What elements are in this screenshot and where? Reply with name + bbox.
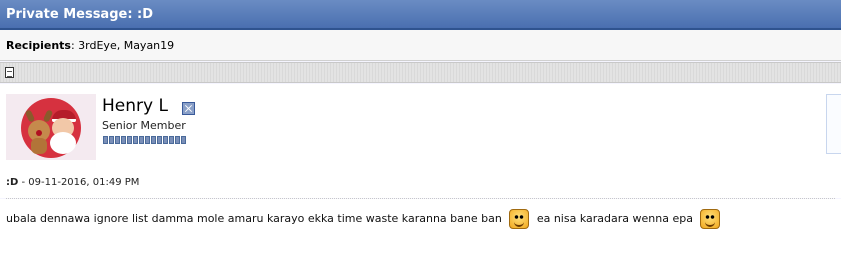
reputation-pip: [157, 136, 162, 144]
avatar[interactable]: [6, 94, 96, 160]
document-icon: [5, 67, 14, 78]
reputation-pip: [121, 136, 126, 144]
post-meta: :D - 09-11-2016, 01:49 PM: [0, 170, 841, 198]
offline-status-icon: [182, 102, 195, 115]
page-title-bar: Private Message: :D: [0, 0, 841, 30]
reputation-pip: [181, 136, 186, 144]
smile-emoticon-icon: [509, 209, 530, 229]
reputation-pip: [103, 136, 108, 144]
message-body: ubala dennawa ignore list damma mole ama…: [0, 199, 841, 256]
reputation-pip: [169, 136, 174, 144]
reputation-bar: [103, 136, 187, 144]
recipients-label: Recipients: [6, 39, 71, 52]
message-text: ubala dennawa ignore list damma mole ama…: [6, 212, 502, 225]
smile-emoticon-icon: [700, 209, 721, 229]
post-subject: :D: [6, 177, 19, 188]
reputation-pip: [175, 136, 180, 144]
date-separator: -: [18, 177, 29, 188]
post-date: 09-11-2016, 01:49 PM: [28, 177, 140, 188]
message-text: ea nisa karadara wenna epa: [536, 212, 693, 225]
author-username-link[interactable]: Henry L: [102, 96, 168, 116]
reputation-pip: [115, 136, 120, 144]
reputation-pip: [109, 136, 114, 144]
reputation-pip: [151, 136, 156, 144]
reputation-pip: [145, 136, 150, 144]
author-panel: Henry L Senior Member: [0, 84, 841, 170]
post-header-bar: [0, 62, 841, 83]
recipients-value: : 3rdEye, Mayan19: [70, 39, 175, 52]
reputation-pip: [133, 136, 138, 144]
author-info-box: [826, 94, 841, 154]
author-user-title: Senior Member: [102, 119, 186, 132]
reputation-pip: [163, 136, 168, 144]
page-title: Private Message: :D: [6, 7, 154, 22]
reputation-pip: [139, 136, 144, 144]
recipients-row: Recipients: 3rdEye, Mayan19: [0, 30, 841, 61]
reputation-pip: [127, 136, 132, 144]
